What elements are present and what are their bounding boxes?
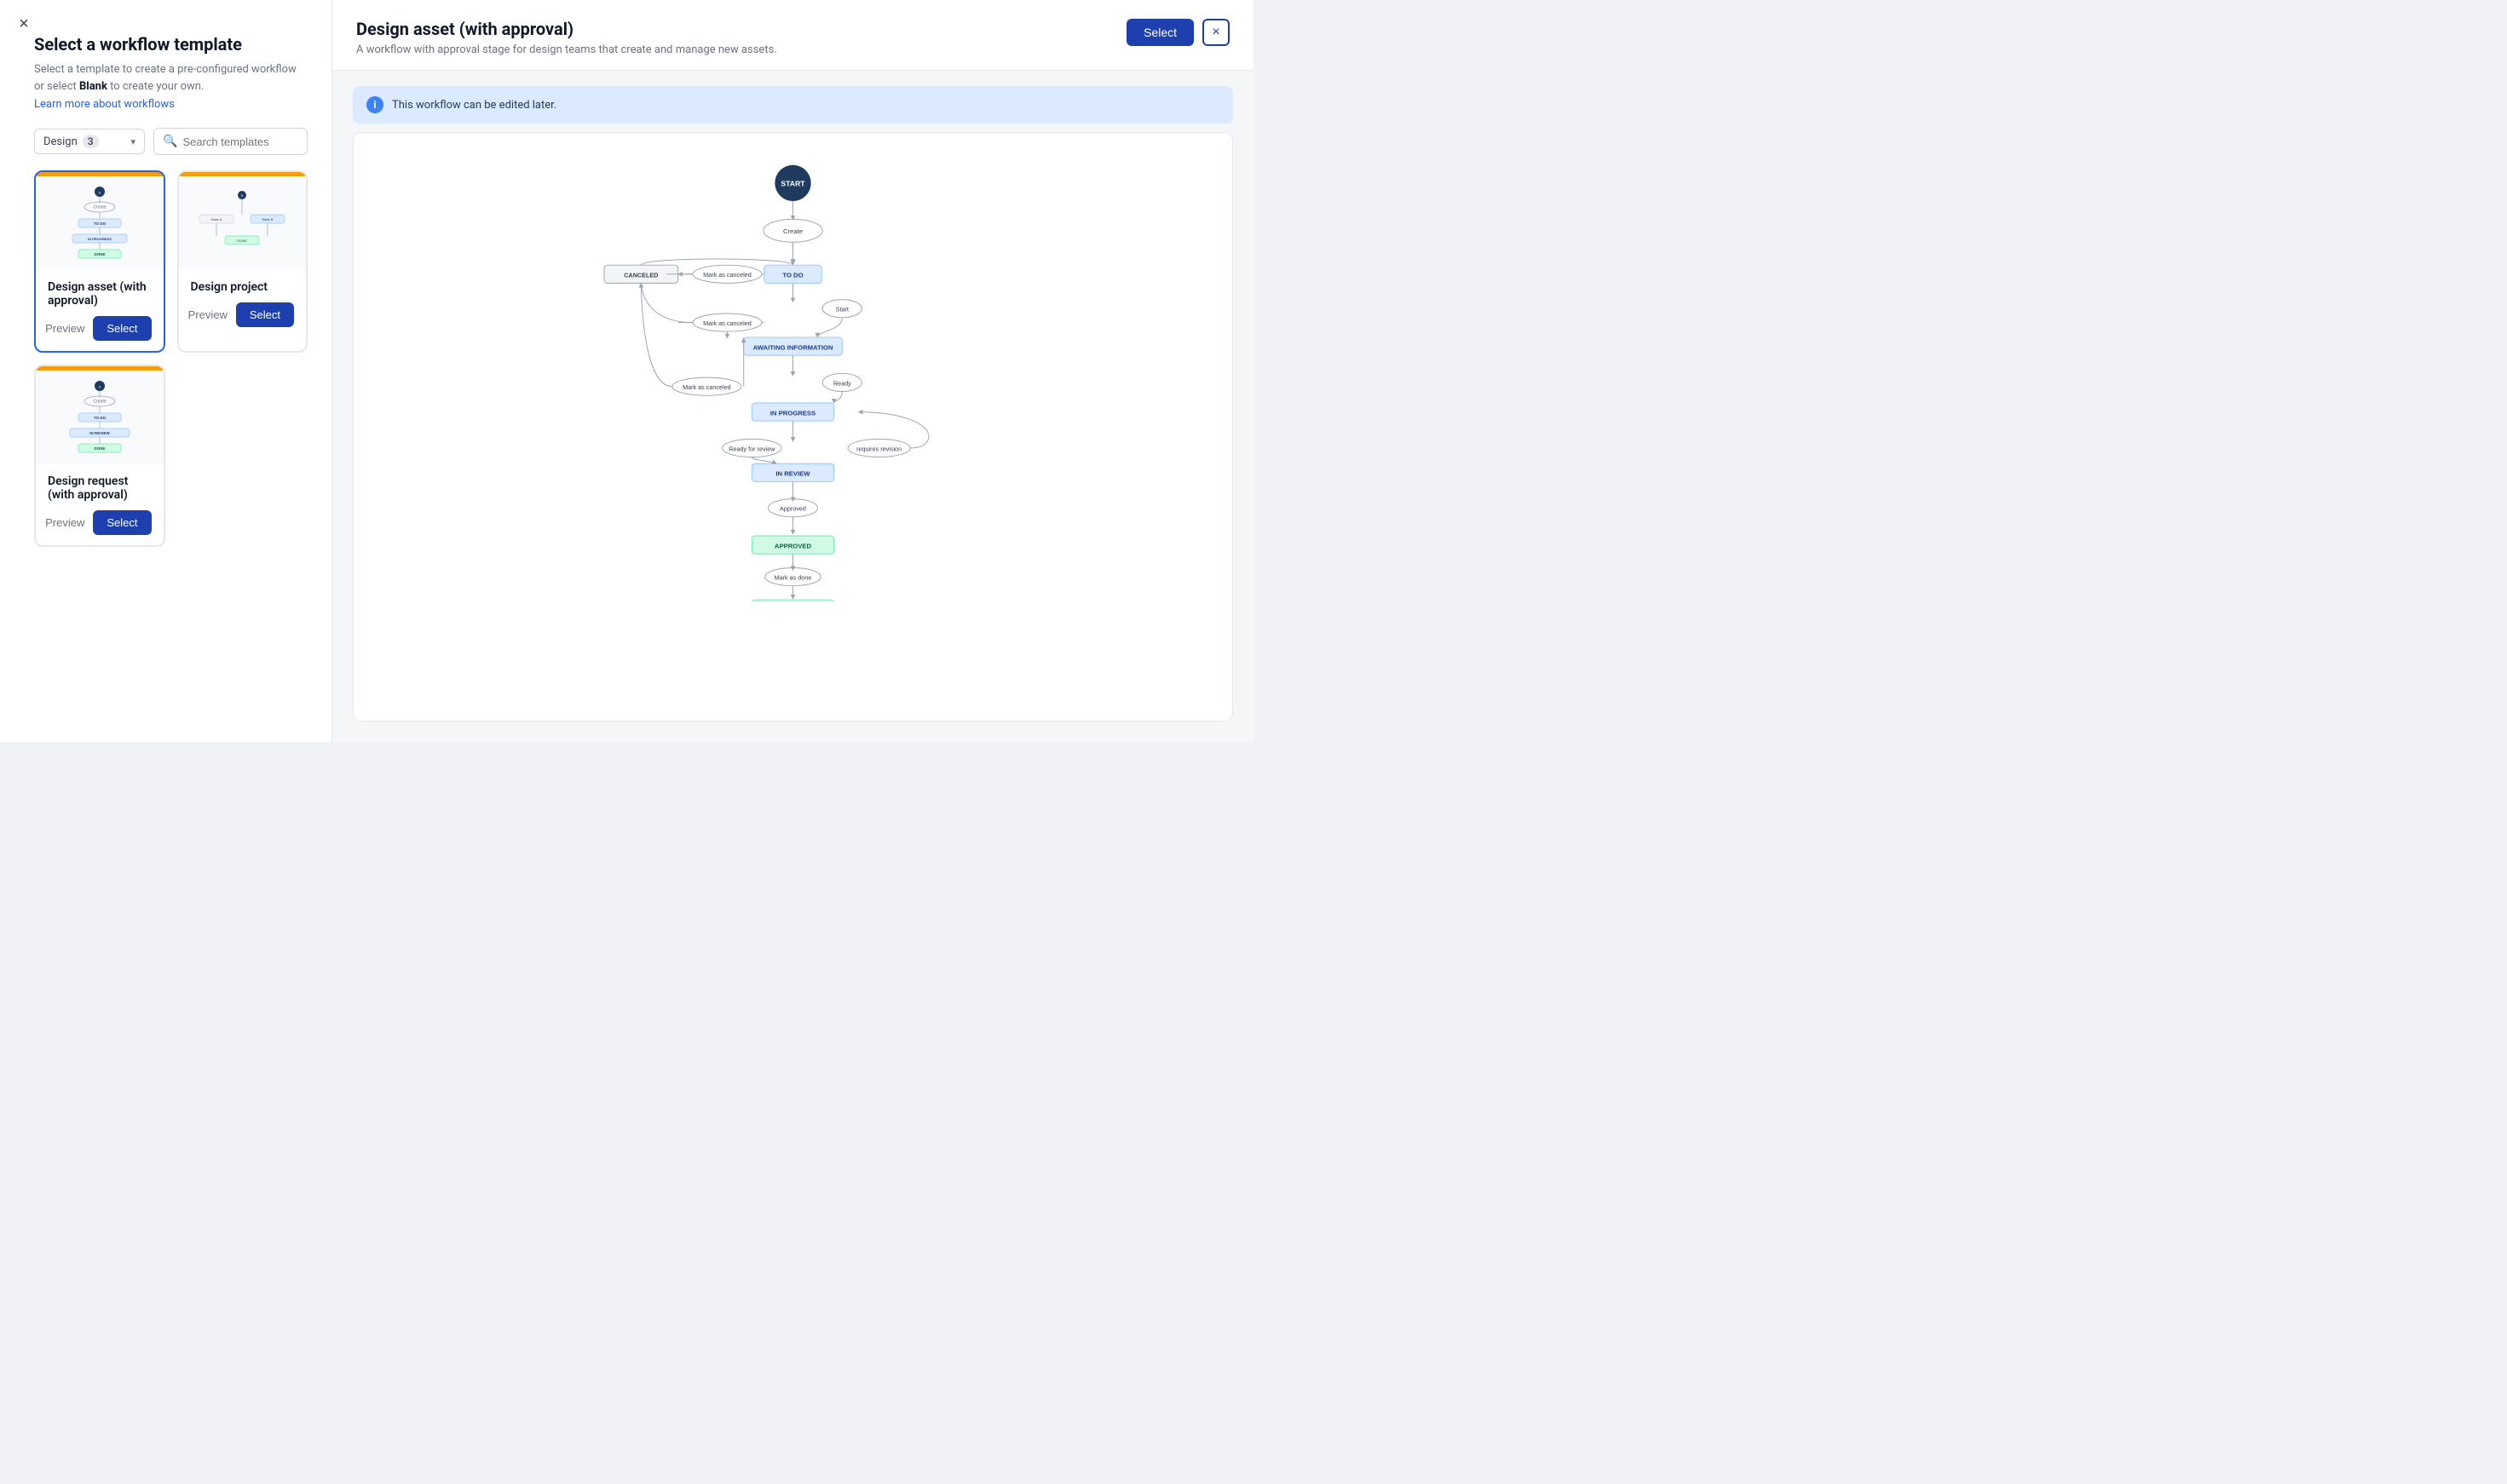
svg-text:APPROVED: APPROVED bbox=[775, 542, 812, 549]
svg-text:Create: Create bbox=[93, 205, 106, 210]
select-button-design-request[interactable]: Select bbox=[93, 510, 151, 535]
left-panel: Select a workflow template Select a temp… bbox=[0, 0, 332, 742]
preview-button-design-request[interactable]: Preview bbox=[45, 516, 84, 529]
svg-text:Mark as canceled: Mark as canceled bbox=[703, 271, 752, 279]
svg-text:Approved: Approved bbox=[780, 505, 806, 513]
select-button-design-asset[interactable]: Select bbox=[93, 316, 151, 341]
right-description: A workflow with approval stage for desig… bbox=[356, 43, 777, 56]
right-header: Design asset (with approval) A workflow … bbox=[332, 0, 1254, 71]
template-card-design-project[interactable]: S State A State B DONE Design project bbox=[177, 170, 308, 353]
svg-text:S: S bbox=[241, 193, 244, 198]
search-icon: 🔍 bbox=[163, 135, 177, 148]
preview-button-design-asset[interactable]: Preview bbox=[45, 322, 84, 335]
svg-text:Mark as canceled: Mark as canceled bbox=[703, 319, 752, 327]
card-actions: Preview Select bbox=[48, 510, 152, 535]
modal: × Select a workflow template Select a te… bbox=[0, 0, 1254, 742]
svg-text:IN REVIEW: IN REVIEW bbox=[89, 431, 110, 435]
card-preview: S Create TO DO IN REVIEW DONE bbox=[36, 371, 164, 464]
subtitle: Select a template to create a pre-config… bbox=[34, 61, 308, 95]
select-button-right[interactable]: Select bbox=[1127, 19, 1194, 46]
chevron-down-icon: ▾ bbox=[130, 136, 135, 147]
template-card-design-request[interactable]: S Create TO DO IN REVIEW DONE bbox=[34, 365, 165, 547]
card-preview: S Create TO DO IN PROGRESS DONE bbox=[36, 176, 164, 270]
page-title: Select a workflow template bbox=[34, 34, 308, 55]
svg-text:Create: Create bbox=[783, 227, 803, 235]
svg-text:IN PROGRESS: IN PROGRESS bbox=[88, 237, 112, 241]
svg-text:Mark as done: Mark as done bbox=[775, 573, 812, 581]
svg-text:TO DO: TO DO bbox=[94, 416, 107, 420]
svg-text:Ready for review: Ready for review bbox=[729, 445, 775, 452]
svg-text:S: S bbox=[98, 385, 101, 389]
card-diagram-svg-2: S State A State B DONE bbox=[182, 185, 302, 262]
info-icon: i bbox=[366, 96, 383, 113]
svg-text:AWAITING INFORMATION: AWAITING INFORMATION bbox=[753, 343, 833, 351]
filters-row: Design 3 ▾ 🔍 bbox=[34, 128, 308, 155]
svg-text:Create: Create bbox=[93, 400, 106, 405]
svg-text:S: S bbox=[98, 191, 101, 195]
svg-text:State B: State B bbox=[262, 217, 274, 221]
right-header-info: Design asset (with approval) A workflow … bbox=[356, 19, 777, 56]
svg-text:DONE: DONE bbox=[237, 239, 247, 243]
svg-text:DONE: DONE bbox=[94, 252, 105, 256]
card-preview: S State A State B DONE bbox=[179, 176, 307, 270]
svg-text:CANCELED: CANCELED bbox=[624, 272, 658, 279]
card-actions: Preview Select bbox=[191, 302, 295, 327]
svg-text:DONE: DONE bbox=[94, 446, 105, 451]
search-input[interactable] bbox=[182, 135, 298, 148]
card-diagram-svg-3: S Create TO DO IN REVIEW DONE bbox=[40, 379, 159, 456]
card-title: Design request (with approval) bbox=[48, 475, 152, 502]
search-box: 🔍 bbox=[153, 128, 308, 155]
close-button-left[interactable]: × bbox=[12, 12, 36, 36]
right-header-buttons: Select × bbox=[1127, 19, 1230, 46]
right-panel: Design asset (with approval) A workflow … bbox=[332, 0, 1254, 742]
select-button-design-project[interactable]: Select bbox=[236, 302, 294, 327]
svg-text:TO DO: TO DO bbox=[94, 221, 107, 226]
learn-more-link[interactable]: Learn more about workflows bbox=[34, 98, 308, 111]
card-diagram-svg: S Create TO DO IN PROGRESS DONE bbox=[40, 185, 159, 262]
card-body: Design request (with approval) Preview S… bbox=[36, 464, 164, 545]
svg-text:START: START bbox=[781, 180, 805, 188]
template-card-design-asset[interactable]: S Create TO DO IN PROGRESS DONE bbox=[34, 170, 165, 353]
svg-text:TO DO: TO DO bbox=[782, 272, 803, 279]
category-filter[interactable]: Design 3 ▾ bbox=[34, 129, 145, 154]
card-title: Design project bbox=[191, 280, 295, 294]
info-banner-text: This workflow can be edited later. bbox=[392, 99, 556, 112]
close-button-right[interactable]: × bbox=[1202, 19, 1230, 46]
card-body: Design project Preview Select bbox=[179, 270, 307, 337]
svg-text:Mark as canceled: Mark as canceled bbox=[683, 383, 731, 391]
svg-text:State A: State A bbox=[211, 217, 222, 221]
svg-text:Start: Start bbox=[836, 306, 849, 313]
preview-button-design-project[interactable]: Preview bbox=[188, 308, 228, 321]
svg-text:requires revision: requires revision bbox=[856, 445, 902, 452]
filter-badge: 3 bbox=[83, 135, 99, 148]
card-title: Design asset (with approval) bbox=[48, 280, 152, 308]
card-body: Design asset (with approval) Preview Sel… bbox=[36, 270, 164, 351]
svg-text:IN PROGRESS: IN PROGRESS bbox=[770, 409, 815, 417]
card-actions: Preview Select bbox=[48, 316, 152, 341]
svg-text:IN REVIEW: IN REVIEW bbox=[775, 470, 810, 478]
svg-text:Ready: Ready bbox=[833, 379, 851, 387]
workflow-diagram-svg: START Create CANCELE bbox=[379, 158, 1207, 601]
info-banner: i This workflow can be edited later. bbox=[353, 86, 1233, 124]
right-title: Design asset (with approval) bbox=[356, 19, 777, 39]
cards-grid: S Create TO DO IN PROGRESS DONE bbox=[34, 170, 308, 547]
filter-label: Design bbox=[43, 135, 78, 148]
workflow-diagram-container: START Create CANCELE bbox=[353, 132, 1233, 722]
